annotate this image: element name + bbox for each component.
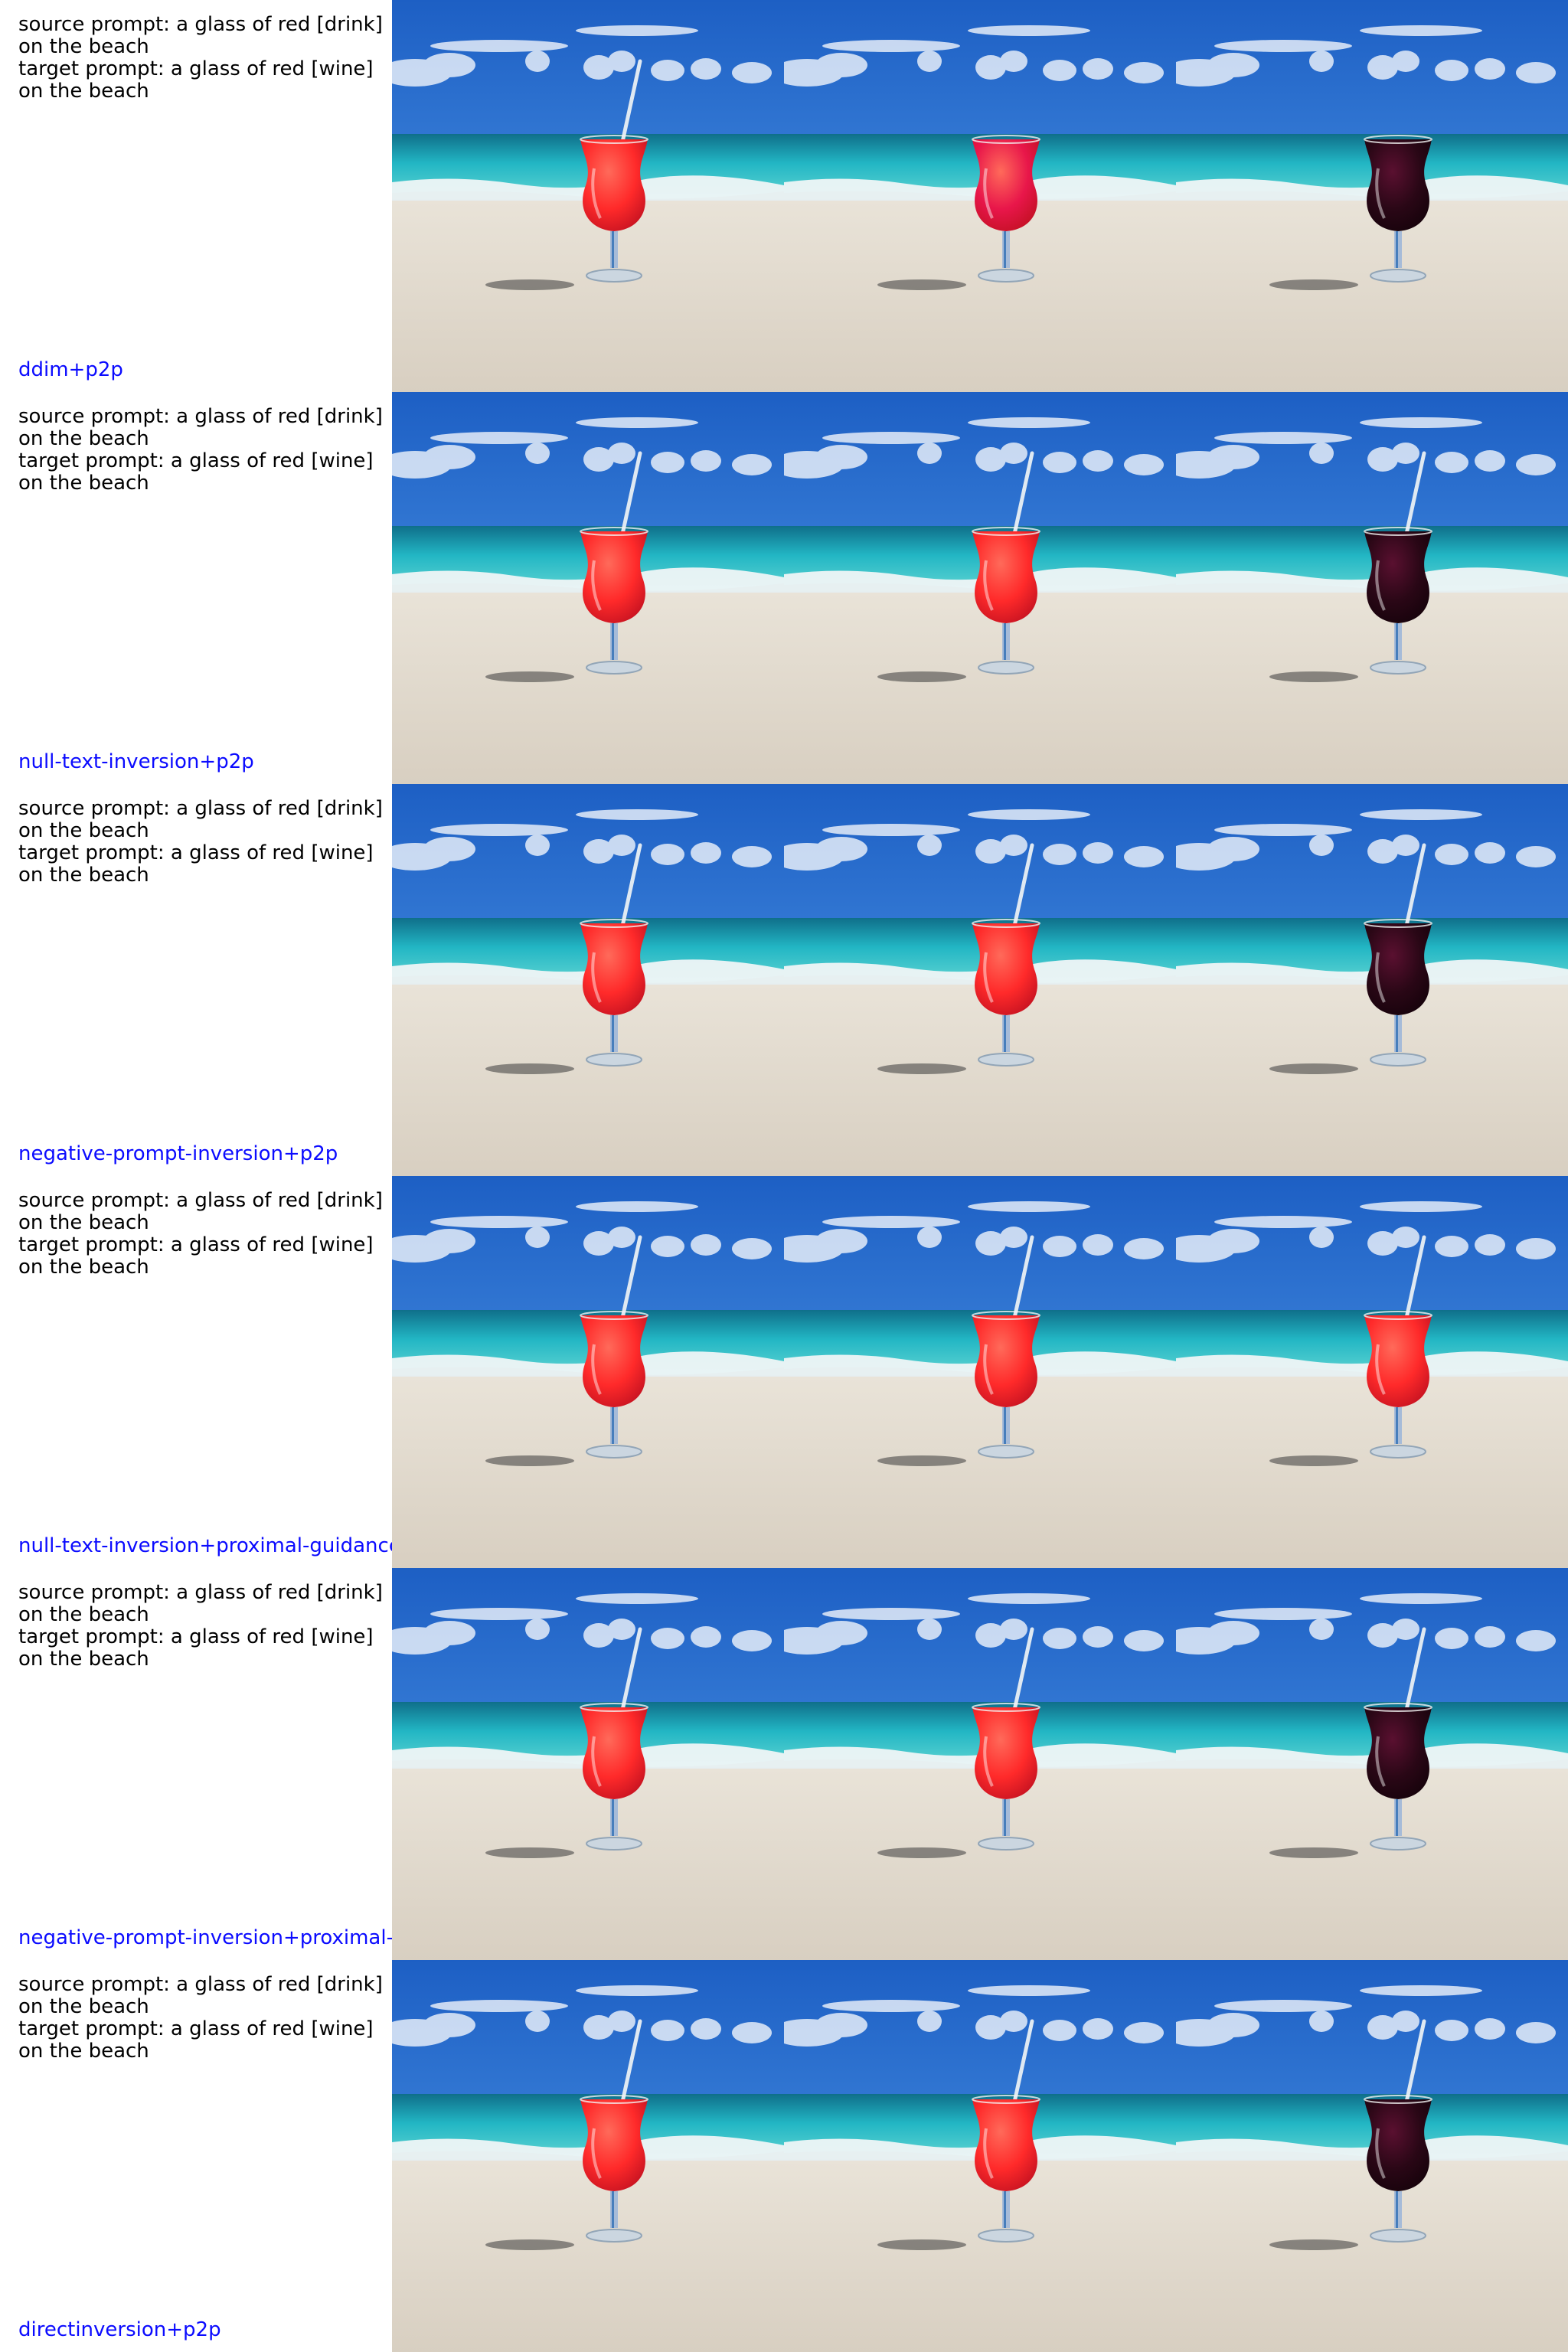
source-prompt: source prompt: a glass of red [drink] on… bbox=[18, 1973, 390, 2018]
method-label: ddim+p2p bbox=[18, 358, 123, 381]
beach-image-panel bbox=[392, 784, 784, 1176]
prompt-text: source prompt: a glass of red [drink] on… bbox=[18, 14, 392, 103]
source-prompt: source prompt: a glass of red [drink] on… bbox=[18, 405, 390, 450]
target-prompt: target prompt: a glass of red [wine] on … bbox=[18, 841, 380, 887]
beach-scene bbox=[784, 1568, 1176, 1960]
prompt-text: source prompt: a glass of red [drink] on… bbox=[18, 1582, 392, 1671]
beach-image-panel bbox=[392, 1960, 784, 2352]
beach-image-panel bbox=[1176, 1568, 1568, 1960]
method-row: source prompt: a glass of red [drink] on… bbox=[0, 1176, 1568, 1568]
beach-scene bbox=[1176, 1176, 1568, 1568]
beach-scene bbox=[784, 1960, 1176, 2352]
target-prompt: target prompt: a glass of red [wine] on … bbox=[18, 449, 380, 495]
beach-image-panel bbox=[1176, 1176, 1568, 1568]
source-prompt: source prompt: a glass of red [drink] on… bbox=[18, 1189, 390, 1234]
beach-scene bbox=[784, 0, 1176, 392]
beach-image-panel bbox=[784, 392, 1176, 784]
beach-image-panel bbox=[784, 1176, 1176, 1568]
method-row: source prompt: a glass of red [drink] on… bbox=[0, 1568, 1568, 1960]
row-label-cell: source prompt: a glass of red [drink] on… bbox=[0, 0, 392, 392]
source-prompt: source prompt: a glass of red [drink] on… bbox=[18, 1581, 390, 1626]
beach-image-panel bbox=[392, 0, 784, 392]
beach-image-panel bbox=[784, 0, 1176, 392]
beach-scene bbox=[784, 1176, 1176, 1568]
beach-image-panel bbox=[1176, 784, 1568, 1176]
source-prompt: source prompt: a glass of red [drink] on… bbox=[18, 797, 390, 842]
row-label-cell: source prompt: a glass of red [drink] on… bbox=[0, 392, 392, 784]
row-label-cell: source prompt: a glass of red [drink] on… bbox=[0, 1960, 392, 2352]
method-row: source prompt: a glass of red [drink] on… bbox=[0, 392, 1568, 784]
beach-image-panel bbox=[392, 1568, 784, 1960]
beach-image-panel bbox=[392, 392, 784, 784]
method-label: null-text-inversion+proximal-guidance bbox=[18, 1534, 392, 1557]
prompt-text: source prompt: a glass of red [drink] on… bbox=[18, 1190, 392, 1279]
target-prompt: target prompt: a glass of red [wine] on … bbox=[18, 57, 380, 103]
beach-scene bbox=[1176, 1568, 1568, 1960]
target-prompt: target prompt: a glass of red [wine] on … bbox=[18, 2017, 380, 2063]
row-label-cell: source prompt: a glass of red [drink] on… bbox=[0, 784, 392, 1176]
method-label: null-text-inversion+p2p bbox=[18, 750, 254, 773]
beach-image-panel bbox=[392, 1176, 784, 1568]
beach-image-panel bbox=[1176, 392, 1568, 784]
beach-scene bbox=[392, 0, 784, 392]
beach-image-panel bbox=[1176, 1960, 1568, 2352]
method-row: source prompt: a glass of red [drink] on… bbox=[0, 784, 1568, 1176]
beach-image-panel bbox=[1176, 0, 1568, 392]
beach-scene bbox=[392, 784, 784, 1176]
method-label: negative-prompt-inversion+p2p bbox=[18, 1142, 338, 1165]
method-label: directinversion+p2p bbox=[18, 2318, 221, 2341]
beach-image-panel bbox=[784, 1960, 1176, 2352]
beach-scene bbox=[392, 1176, 784, 1568]
method-row: source prompt: a glass of red [drink] on… bbox=[0, 1960, 1568, 2352]
beach-scene bbox=[392, 392, 784, 784]
row-label-cell: source prompt: a glass of red [drink] on… bbox=[0, 1176, 392, 1568]
target-prompt: target prompt: a glass of red [wine] on … bbox=[18, 1233, 380, 1279]
beach-scene bbox=[1176, 392, 1568, 784]
beach-image-panel bbox=[784, 1568, 1176, 1960]
source-prompt: source prompt: a glass of red [drink] on… bbox=[18, 13, 390, 58]
method-label: negative-prompt-inversion+proximal-g bbox=[18, 1926, 392, 1949]
prompt-text: source prompt: a glass of red [drink] on… bbox=[18, 798, 392, 887]
prompt-text: source prompt: a glass of red [drink] on… bbox=[18, 1974, 392, 2063]
comparison-grid: source prompt: a glass of red [drink] on… bbox=[0, 0, 1568, 2352]
beach-scene bbox=[392, 1960, 784, 2352]
row-label-cell: source prompt: a glass of red [drink] on… bbox=[0, 1568, 392, 1960]
target-prompt: target prompt: a glass of red [wine] on … bbox=[18, 1625, 380, 1671]
beach-scene bbox=[784, 784, 1176, 1176]
beach-scene bbox=[784, 392, 1176, 784]
beach-scene bbox=[392, 1568, 784, 1960]
beach-image-panel bbox=[784, 784, 1176, 1176]
prompt-text: source prompt: a glass of red [drink] on… bbox=[18, 406, 392, 495]
beach-scene bbox=[1176, 1960, 1568, 2352]
beach-scene bbox=[1176, 0, 1568, 392]
beach-scene bbox=[1176, 784, 1568, 1176]
method-row: source prompt: a glass of red [drink] on… bbox=[0, 0, 1568, 392]
